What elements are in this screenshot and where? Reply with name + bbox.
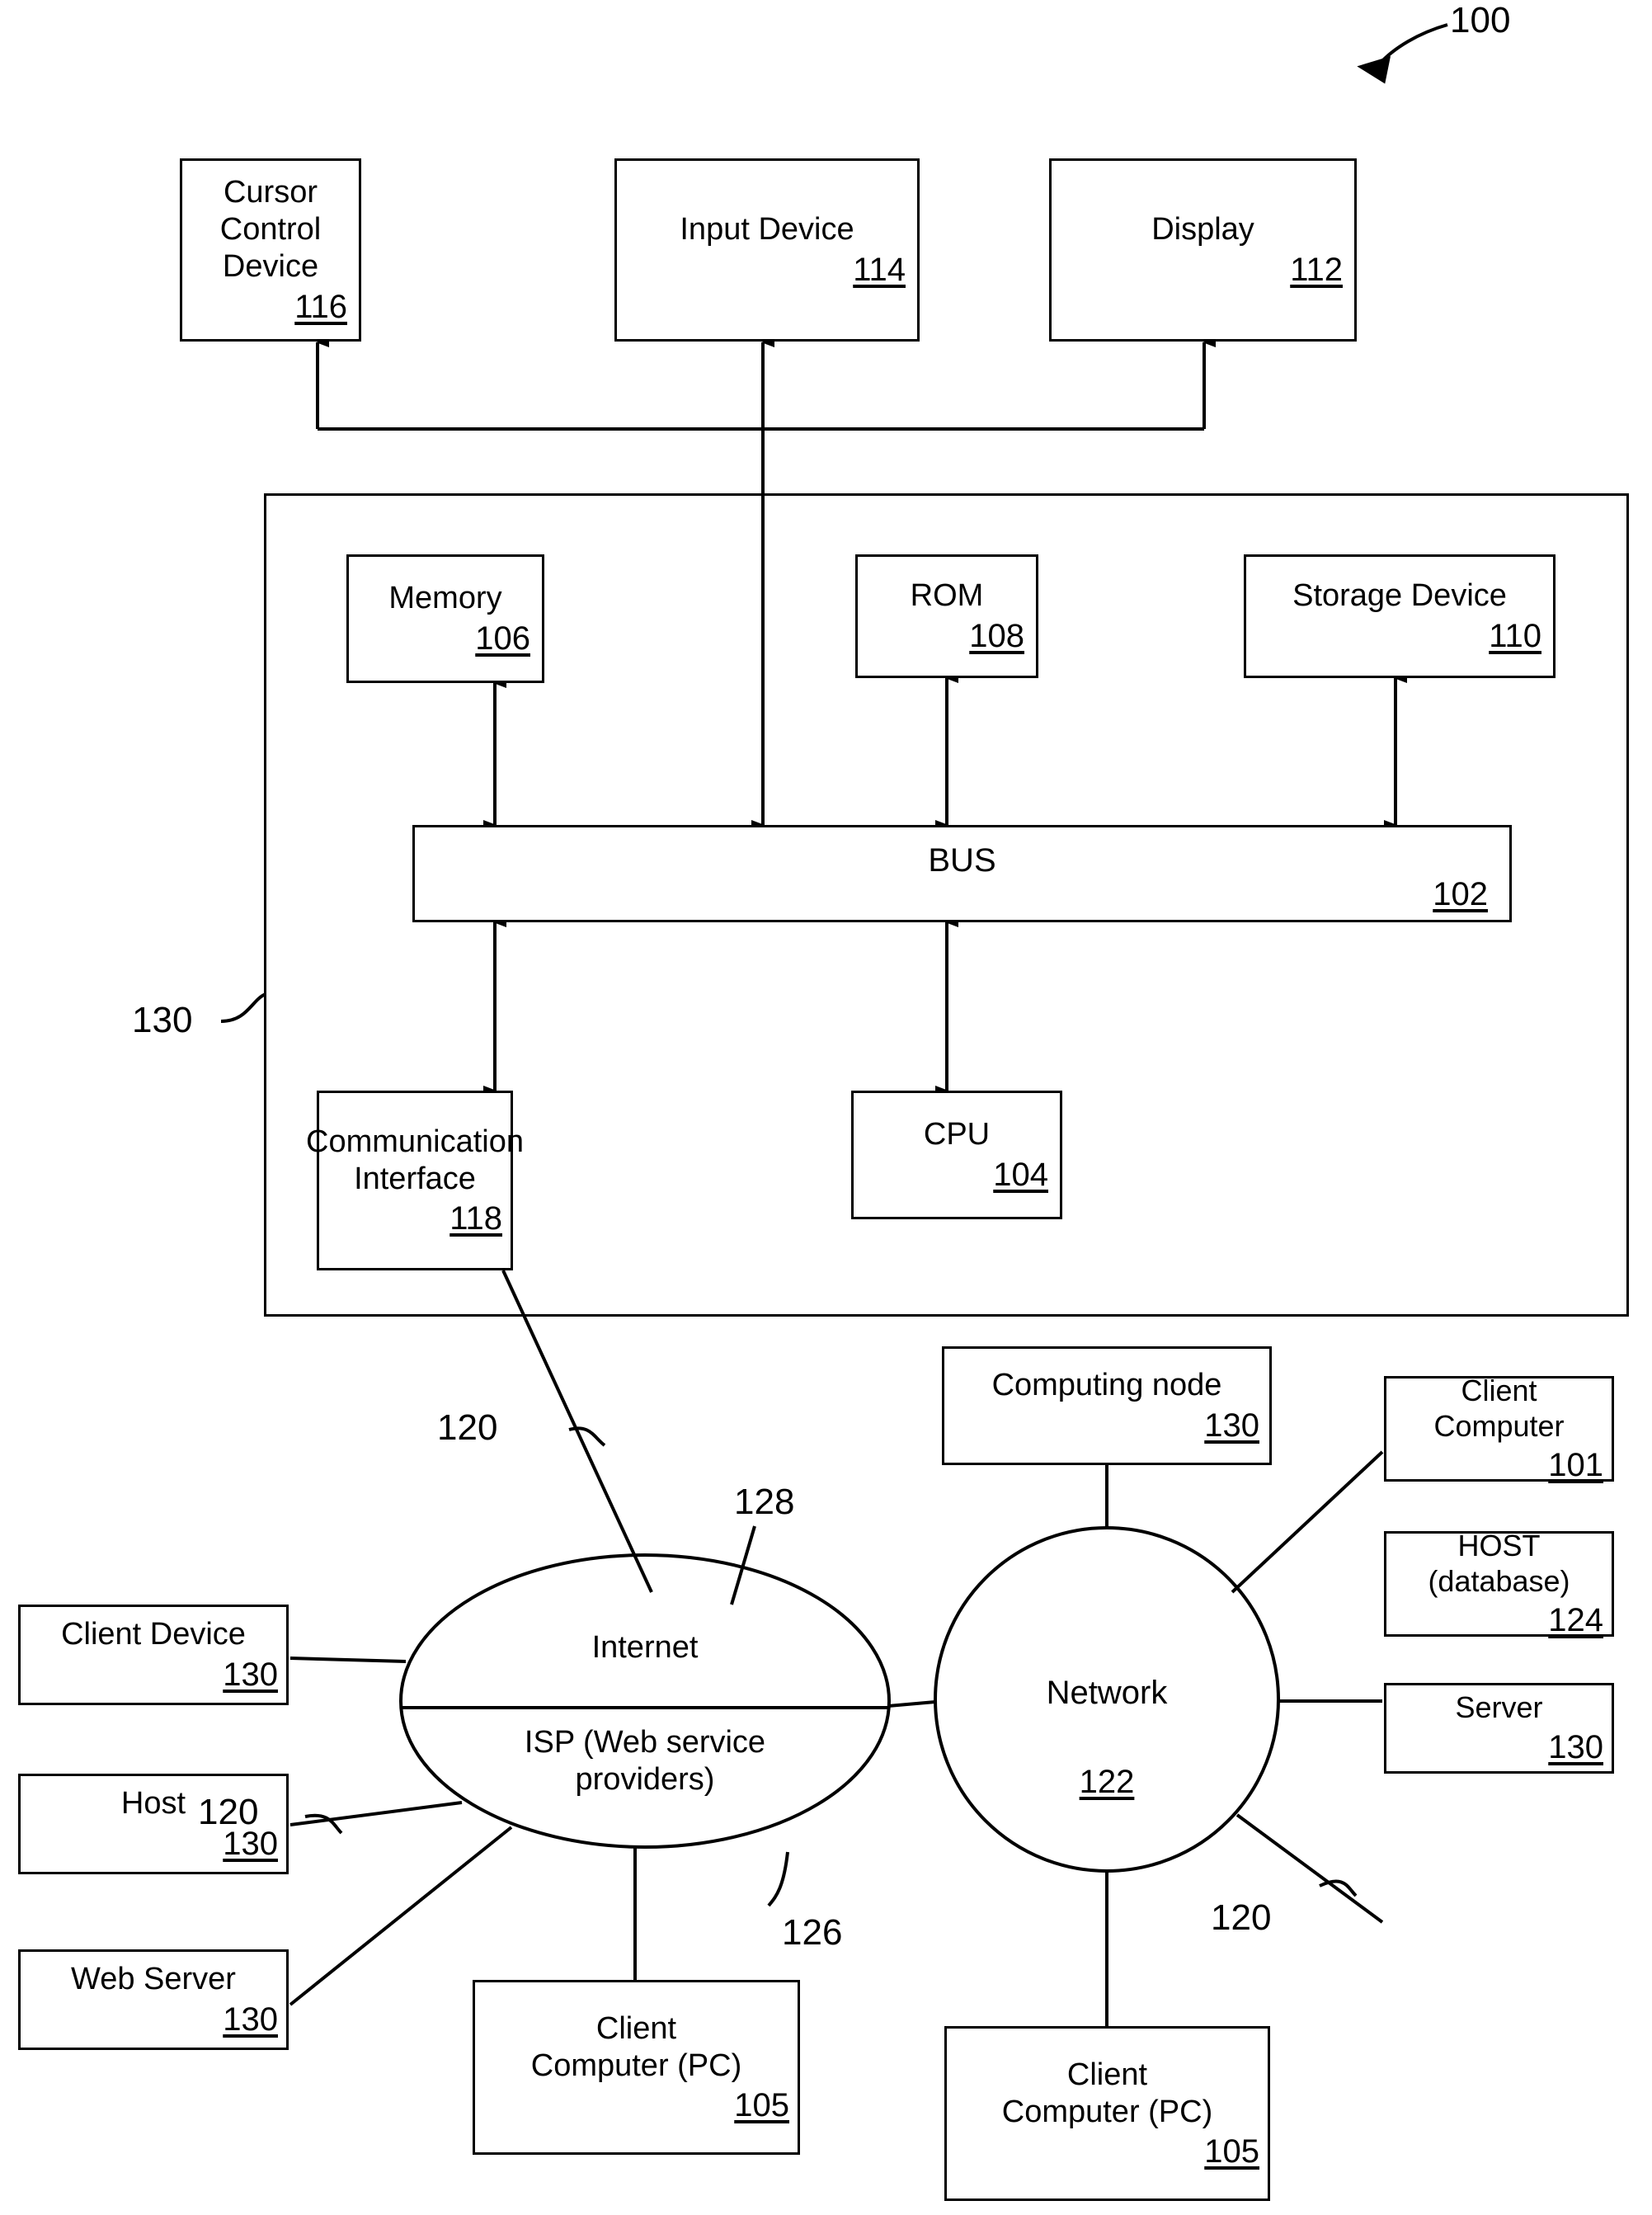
block-label: Server bbox=[1455, 1690, 1543, 1725]
network-number: 122 bbox=[1079, 1764, 1135, 1800]
block-client-computer-pc-bottom[interactable]: Client Computer (PC) 105 bbox=[944, 2026, 1270, 2201]
block-display[interactable]: Display 112 bbox=[1049, 158, 1357, 342]
block-number: 130 bbox=[1548, 1728, 1603, 1765]
block-rom[interactable]: ROM 108 bbox=[855, 554, 1038, 678]
block-host-database[interactable]: HOST (database) 124 bbox=[1384, 1529, 1614, 1638]
block-number: 105 bbox=[734, 2087, 789, 2124]
block-client-computer-101[interactable]: Client Computer 101 bbox=[1384, 1374, 1614, 1483]
web-server-link bbox=[289, 1826, 513, 2006]
figure-ref-100: 100 bbox=[1450, 0, 1511, 40]
block-label: Computing node bbox=[991, 1368, 1222, 1403]
callout-comm-link-120: 120 bbox=[437, 1407, 498, 1448]
block-label: Client Device bbox=[61, 1617, 246, 1652]
block-number: 105 bbox=[1204, 2133, 1259, 2170]
block-label: Input Device bbox=[680, 212, 854, 247]
block-label: Storage Device bbox=[1292, 578, 1507, 614]
block-client-computer-pc-left[interactable]: Client Computer (PC) 105 bbox=[473, 1980, 800, 2155]
host-link bbox=[289, 1801, 463, 1826]
block-number: 102 bbox=[1433, 876, 1488, 912]
block-label: Host bbox=[120, 1786, 186, 1821]
block-input-device[interactable]: Input Device 114 bbox=[614, 158, 920, 342]
isp-label: ISP (Web service providers) bbox=[524, 1725, 766, 1797]
callout-outer-frame-130: 130 bbox=[132, 1000, 193, 1040]
block-label: Memory bbox=[388, 581, 502, 616]
patent-figure-diagram: 100 Cursor Control Device 116 Input Devi… bbox=[0, 0, 1652, 2215]
internet-network-link bbox=[887, 1700, 936, 1708]
block-label: Client Computer bbox=[1433, 1374, 1565, 1443]
block-number: 112 bbox=[1290, 251, 1343, 288]
block-computing-node[interactable]: Computing node 130 bbox=[942, 1346, 1272, 1465]
block-number: 110 bbox=[1489, 617, 1541, 654]
block-number: 104 bbox=[993, 1156, 1048, 1193]
internet-ellipse bbox=[399, 1553, 891, 1849]
block-label: Communication Interface bbox=[306, 1124, 524, 1196]
comm-link-leader bbox=[568, 1426, 606, 1447]
block-number: 116 bbox=[294, 288, 347, 325]
block-number: 130 bbox=[1204, 1407, 1259, 1444]
block-label: BUS bbox=[928, 842, 996, 879]
block-label: ROM bbox=[910, 578, 984, 614]
block-number: 108 bbox=[969, 617, 1024, 654]
callout-left-link-120: 120 bbox=[198, 1792, 259, 1832]
block-storage-device[interactable]: Storage Device 110 bbox=[1244, 554, 1556, 678]
client-computer-101-link bbox=[1231, 1450, 1384, 1594]
block-label: CPU bbox=[923, 1117, 991, 1152]
client-device-link bbox=[289, 1657, 407, 1663]
block-label: Display bbox=[1151, 212, 1254, 247]
block-client-device[interactable]: Client Device 130 bbox=[18, 1605, 289, 1705]
block-number: 114 bbox=[853, 251, 906, 288]
block-number: 130 bbox=[223, 2001, 278, 2038]
block-cursor-control-device[interactable]: Cursor Control Device 116 bbox=[180, 158, 361, 342]
internet-label: Internet bbox=[591, 1630, 699, 1665]
network-label: Network bbox=[1046, 1675, 1168, 1711]
callout-isp-126: 126 bbox=[782, 1912, 843, 1953]
block-label: Client Computer (PC) bbox=[530, 2010, 742, 2083]
block-label: HOST (database) bbox=[1428, 1529, 1570, 1598]
block-number: 130 bbox=[223, 1656, 278, 1693]
callout-server-link-120: 120 bbox=[1211, 1897, 1272, 1938]
block-number: 124 bbox=[1548, 1601, 1603, 1638]
block-number: 101 bbox=[1548, 1446, 1603, 1483]
block-memory[interactable]: Memory 106 bbox=[346, 554, 544, 683]
block-label: Web Server bbox=[71, 1962, 236, 1997]
callout-internet-128: 128 bbox=[734, 1482, 795, 1522]
block-web-server[interactable]: Web Server 130 bbox=[18, 1949, 289, 2050]
block-label: Cursor Control Device bbox=[219, 175, 322, 284]
block-label: Client Computer (PC) bbox=[1001, 2057, 1213, 2129]
isp-ref-leader bbox=[767, 1851, 789, 1907]
block-cpu[interactable]: CPU 104 bbox=[851, 1091, 1062, 1219]
block-communication-interface[interactable]: Communication Interface 118 bbox=[306, 1091, 524, 1270]
block-number: 118 bbox=[449, 1200, 502, 1237]
comm-internet-link bbox=[501, 1270, 653, 1593]
block-server[interactable]: Server 130 bbox=[1384, 1683, 1614, 1774]
block-number: 106 bbox=[475, 620, 530, 657]
outer-frame-leader bbox=[220, 992, 266, 1023]
block-bus[interactable]: BUS 102 bbox=[412, 825, 1512, 922]
